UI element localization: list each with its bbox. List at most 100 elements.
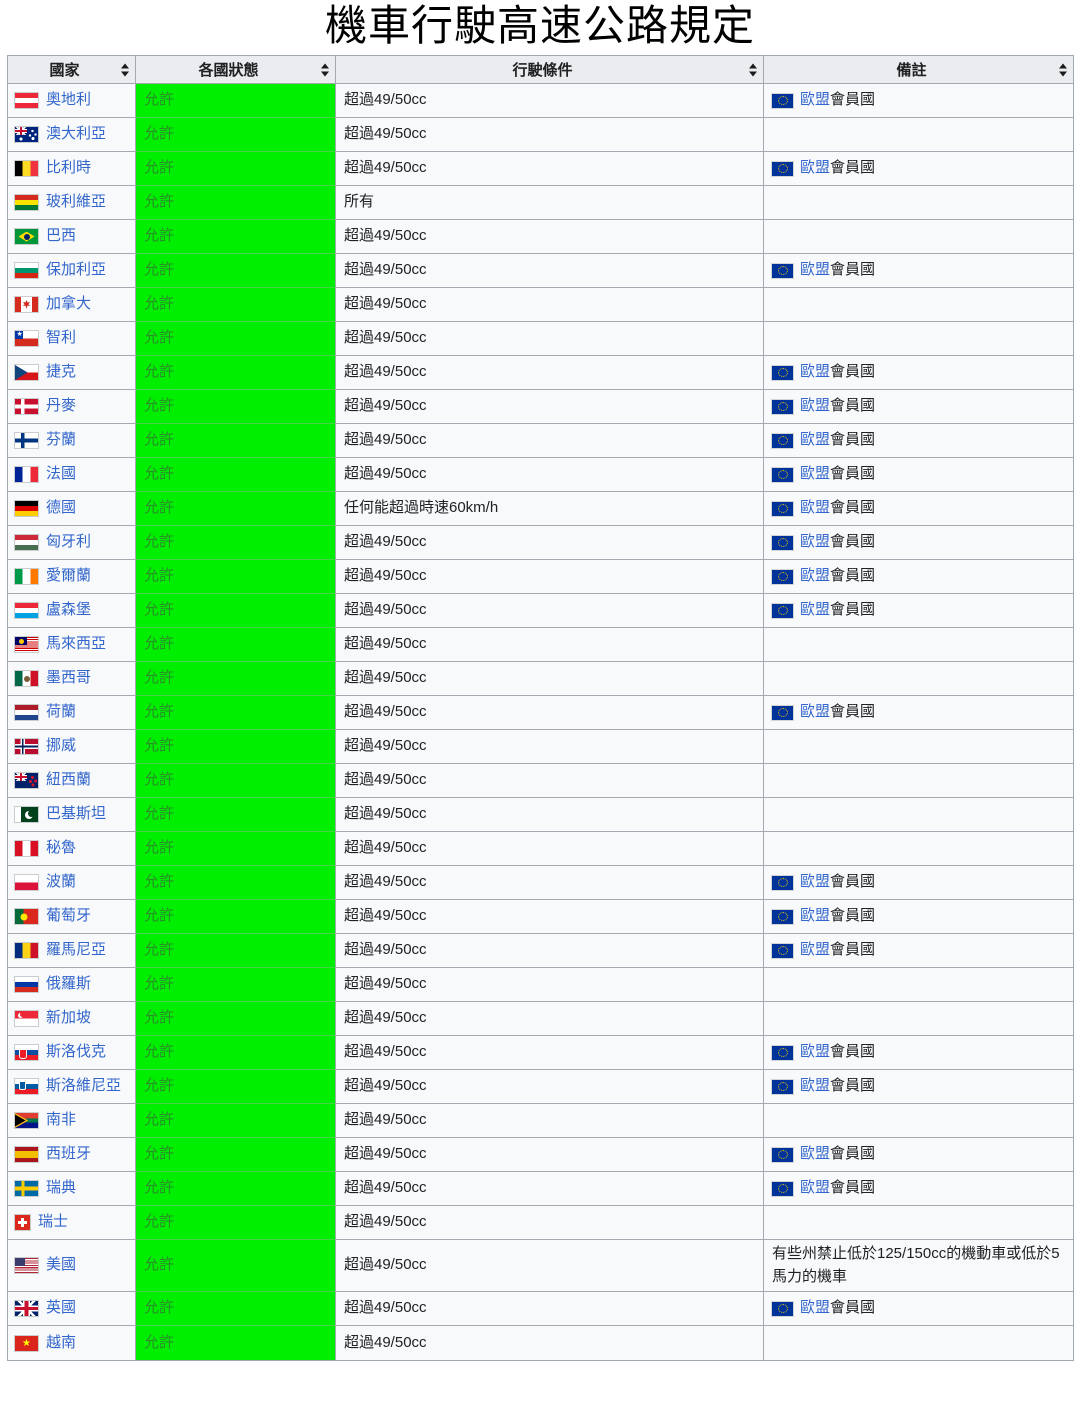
eu-link[interactable]: 歐盟 [800,1075,830,1098]
table-row: 葡萄牙 允許 超過49/50cc 歐盟會員國 [8,900,1073,934]
status-label: 允許 [144,227,174,244]
remark-cell: 歐盟會員國 [764,696,1073,730]
country-link[interactable]: 比利時 [46,157,91,180]
eu-link[interactable]: 歐盟 [800,1177,830,1200]
country-link[interactable]: 羅馬尼亞 [46,939,106,962]
condition-label: 超過49/50cc [344,363,427,380]
country-link[interactable]: 波蘭 [46,871,76,894]
country-link[interactable]: 瑞典 [46,1177,76,1200]
eu-flag-icon [772,400,793,414]
country-link[interactable]: 智利 [46,327,76,350]
eu-link[interactable]: 歐盟 [800,259,830,282]
eu-link[interactable]: 歐盟 [800,395,830,418]
eu-link[interactable]: 歐盟 [800,531,830,554]
eu-link[interactable]: 歐盟 [800,871,830,894]
eu-member-suffix: 會員國 [830,939,875,962]
country-link[interactable]: 加拿大 [46,293,91,316]
country-cell: 美國 [8,1240,136,1292]
eu-link[interactable]: 歐盟 [800,701,830,724]
remark-cell: 歐盟會員國 [764,254,1073,288]
eu-link[interactable]: 歐盟 [800,497,830,520]
column-header-status[interactable]: 各國狀態 [136,56,336,84]
country-link[interactable]: 馬來西亞 [46,633,106,656]
country-link[interactable]: 丹麥 [46,395,76,418]
condition-cell: 超過49/50cc [336,1002,764,1036]
sort-icon[interactable] [321,63,330,76]
flag-vietnam-icon [15,1336,38,1351]
eu-link[interactable]: 歐盟 [800,429,830,452]
country-link[interactable]: 秘魯 [46,837,76,860]
eu-link[interactable]: 歐盟 [800,599,830,622]
column-header-remark[interactable]: 備註 [764,56,1073,84]
column-header-country[interactable]: 國家 [8,56,136,84]
eu-link[interactable]: 歐盟 [800,1143,830,1166]
status-label: 允許 [144,363,174,380]
status-cell: 允許 [136,1292,336,1326]
status-label: 允許 [144,907,174,924]
eu-link[interactable]: 歐盟 [800,1297,830,1320]
status-label: 允許 [144,737,174,754]
country-link[interactable]: 澳大利亞 [46,123,106,146]
country-link[interactable]: 墨西哥 [46,667,91,690]
country-link[interactable]: 越南 [46,1332,76,1355]
eu-link[interactable]: 歐盟 [800,463,830,486]
country-link[interactable]: 俄羅斯 [46,973,91,996]
country-link[interactable]: 盧森堡 [46,599,91,622]
sort-icon[interactable] [749,63,758,76]
country-cell: 愛爾蘭 [8,560,136,594]
country-link[interactable]: 玻利維亞 [46,191,106,214]
condition-label: 超過49/50cc [344,227,427,244]
eu-link[interactable]: 歐盟 [800,939,830,962]
eu-member-remark: 歐盟會員國 [772,157,1065,180]
flag-slovakia-icon [15,1045,38,1060]
country-cell: 巴西 [8,220,136,254]
status-cell: 允許 [136,288,336,322]
country-link[interactable]: 挪威 [46,735,76,758]
table-row: 法國 允許 超過49/50cc 歐盟會員國 [8,458,1073,492]
eu-link[interactable]: 歐盟 [800,565,830,588]
country-link[interactable]: 南非 [46,1109,76,1132]
flag-mexico-icon [15,671,38,686]
country-link[interactable]: 新加坡 [46,1007,91,1030]
country-link[interactable]: 愛爾蘭 [46,565,91,588]
sort-icon[interactable] [1059,63,1068,76]
country-link[interactable]: 法國 [46,463,76,486]
country-link[interactable]: 巴基斯坦 [46,803,106,826]
country-link[interactable]: 德國 [46,497,76,520]
country-cell: 保加利亞 [8,254,136,288]
sort-icon[interactable] [121,63,130,76]
eu-link[interactable]: 歐盟 [800,1041,830,1064]
country-link[interactable]: 西班牙 [46,1143,91,1166]
condition-cell: 超過49/50cc [336,424,764,458]
country-link[interactable]: 匈牙利 [46,531,91,554]
country-link[interactable]: 紐西蘭 [46,769,91,792]
table-row: 斯洛伐克 允許 超過49/50cc 歐盟會員國 [8,1036,1073,1070]
column-header-condition[interactable]: 行駛條件 [336,56,764,84]
country-link[interactable]: 葡萄牙 [46,905,91,928]
country-link[interactable]: 瑞士 [38,1211,68,1234]
eu-member-suffix: 會員國 [830,463,875,486]
eu-link[interactable]: 歐盟 [800,89,830,112]
country-link[interactable]: 保加利亞 [46,259,106,282]
eu-link[interactable]: 歐盟 [800,157,830,180]
country-link[interactable]: 芬蘭 [46,429,76,452]
country-link[interactable]: 美國 [46,1254,76,1277]
eu-flag-icon [772,536,793,550]
eu-link[interactable]: 歐盟 [800,905,830,928]
country-link[interactable]: 斯洛維尼亞 [46,1075,121,1098]
country-link[interactable]: 捷克 [46,361,76,384]
country-link[interactable]: 英國 [46,1297,76,1320]
flag-bolivia-icon [15,195,38,210]
eu-flag-icon [772,706,793,720]
country-link[interactable]: 巴西 [46,225,76,248]
table-row: 馬來西亞 允許 超過49/50cc [8,628,1073,662]
condition-label: 超過49/50cc [344,1111,427,1128]
eu-link[interactable]: 歐盟 [800,361,830,384]
country-link[interactable]: 奧地利 [46,89,91,112]
status-label: 允許 [144,125,174,142]
country-link[interactable]: 荷蘭 [46,701,76,724]
country-link[interactable]: 斯洛伐克 [46,1041,106,1064]
status-cell: 允許 [136,832,336,866]
eu-flag-icon [772,434,793,448]
remark-note: 有些州禁止低於125/150cc的機動車或低於5馬力的機車 [772,1245,1060,1285]
